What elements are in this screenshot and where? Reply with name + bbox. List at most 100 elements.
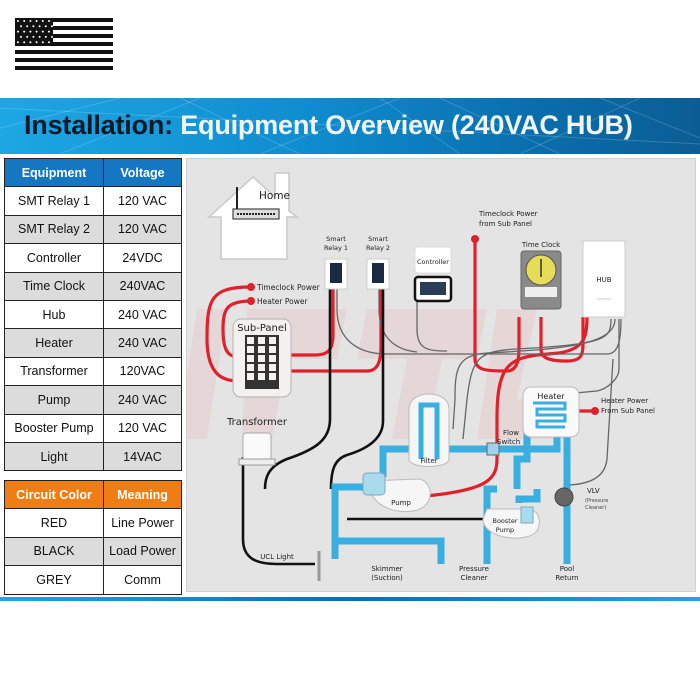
table-header-row: Equipment Voltage (4, 157, 182, 188)
table-row: BLACK Load Power (4, 536, 182, 567)
flag-star (26, 35, 29, 38)
table-row: Hub 240 VAC (4, 299, 182, 330)
flag-star (41, 41, 44, 44)
label-skimmer-line2: (Suction) (371, 574, 403, 582)
label-heater-power-from-sub-line1: Heater Power (601, 397, 648, 405)
flag-star (35, 41, 38, 44)
label-timeclock-power-from-sub-line2: from Sub Panel (479, 220, 532, 228)
column-header-voltage: Voltage (103, 157, 182, 188)
label-filter: Filter (420, 457, 437, 465)
label-transformer: Transformer (226, 417, 288, 428)
circuit-color-table: Circuit Color Meaning RED Line Power BLACK… (4, 479, 182, 595)
label-pressure-cleaner-line1: Pressure (459, 565, 489, 573)
heater-power-from-sub-dot (591, 407, 599, 415)
label-pool-return-line1: Pool (560, 565, 575, 573)
label-vlv-sub-line1: (Pressure (585, 498, 608, 504)
equipment-cell: Hub (4, 299, 104, 330)
label-booster-pump-line1: Booster (492, 517, 517, 525)
table-row: GREY Comm (4, 565, 182, 595)
title-prefix: Installation: (24, 110, 173, 140)
flag-star (17, 41, 19, 44)
table-row: Heater 240 VAC (4, 328, 182, 358)
table-header-row: Circuit Color Meaning (4, 479, 182, 510)
label-sub-panel: Sub-Panel (237, 323, 287, 334)
table-row: SMT Relay 2 120 VAC (4, 214, 182, 245)
wiring-diagram: Home Timeclock Power Heater Power Sub-Pa… (177, 158, 696, 592)
label-smart-relay-1-line2: Relay 1 (324, 244, 348, 252)
bottom-divider (0, 597, 700, 601)
label-smart-relay-2-line2: Relay 2 (366, 244, 390, 252)
column-header-equipment: Equipment (4, 157, 104, 188)
equipment-cell: SMT Relay 1 (4, 186, 104, 216)
table-row: SMT Relay 1 120 VAC (4, 186, 182, 216)
flag-star (48, 20, 50, 22)
flag-star (20, 25, 22, 28)
label-vlv: VLV (587, 487, 600, 495)
filter (408, 393, 450, 467)
table-row: Transformer 120VAC (4, 356, 182, 387)
table-row: Light 14VAC (4, 441, 182, 472)
meaning-cell: Comm (103, 565, 182, 595)
equipment-cell: Time Clock (4, 271, 104, 301)
flag-star (41, 20, 44, 22)
timeclock-power-from-sub-dot (471, 235, 479, 243)
label-ucl-light: UCL Light (260, 553, 294, 561)
flag-star (41, 30, 44, 33)
label-flow-switch-line1: Flow (503, 429, 519, 437)
flag-star (20, 35, 22, 38)
label-flow-switch-line2: Switch (497, 438, 520, 446)
flag-star (17, 30, 19, 33)
voltage-cell: 240 VAC (103, 299, 182, 330)
page-title: Installation: Equipment Overview (240VAC… (24, 110, 633, 141)
flag-star (48, 30, 50, 33)
label-skimmer-line1: Skimmer (371, 565, 402, 573)
home-icon (207, 172, 300, 260)
label-vlv-sub-line2: Cleaner) (585, 505, 606, 511)
table-row: Booster Pump 120 VAC (4, 413, 182, 443)
timeclock-power-dot (247, 283, 255, 291)
column-header-meaning: Meaning (103, 479, 182, 510)
circuit-color-cell: GREY (4, 565, 104, 595)
flag-star (35, 20, 38, 22)
smart-relay-1 (324, 258, 348, 290)
voltage-cell: 24VDC (103, 243, 182, 273)
flag-star (32, 35, 35, 38)
label-timeclock-power-from-sub-line1: Timeclock Power (478, 210, 538, 218)
transformer (238, 432, 276, 466)
equipment-cell: Transformer (4, 356, 104, 387)
voltage-cell: 120 VAC (103, 186, 182, 216)
circuit-color-cell: BLACK (4, 536, 104, 567)
voltage-cell: 120 VAC (103, 214, 182, 245)
label-smart-relay-1-line1: Smart (326, 235, 346, 243)
title-main: Equipment Overview (240VAC HUB) (180, 110, 633, 140)
voltage-cell: 14VAC (103, 441, 182, 472)
label-booster-pump-line2: Pump (496, 526, 514, 534)
label-heater-power: Heater Power (257, 297, 308, 306)
flag-star (26, 25, 29, 28)
flag-star (48, 41, 50, 44)
flag-star (44, 35, 47, 38)
us-flag-icon (15, 18, 113, 70)
equipment-cell: Pump (4, 385, 104, 415)
label-pool-return-line2: Return (555, 574, 578, 582)
table-row: Pump 240 VAC (4, 385, 182, 415)
flag-star (23, 20, 26, 22)
flag-star (38, 25, 41, 28)
column-header-circuit-color: Circuit Color (4, 479, 104, 510)
flag-star (35, 30, 38, 33)
flag-star (29, 30, 32, 33)
equipment-cell: Controller (4, 243, 104, 273)
smart-relay-2 (366, 258, 390, 290)
controller (413, 246, 453, 303)
flag-star (38, 35, 41, 38)
equipment-cell: Light (4, 441, 104, 472)
wiring-diagram-canvas: Home Timeclock Power Heater Power Sub-Pa… (177, 172, 655, 582)
circuit-color-cell: RED (4, 508, 104, 538)
flag-star (51, 25, 53, 28)
table-row: Time Clock 240VAC (4, 271, 182, 301)
label-heater-power-from-sub-line2: From Sub Panel (601, 407, 655, 415)
equipment-cell: SMT Relay 2 (4, 214, 104, 245)
label-pump: Pump (391, 499, 411, 507)
meaning-cell: Line Power (103, 508, 182, 538)
label-timeclock-power: Timeclock Power (256, 283, 321, 292)
